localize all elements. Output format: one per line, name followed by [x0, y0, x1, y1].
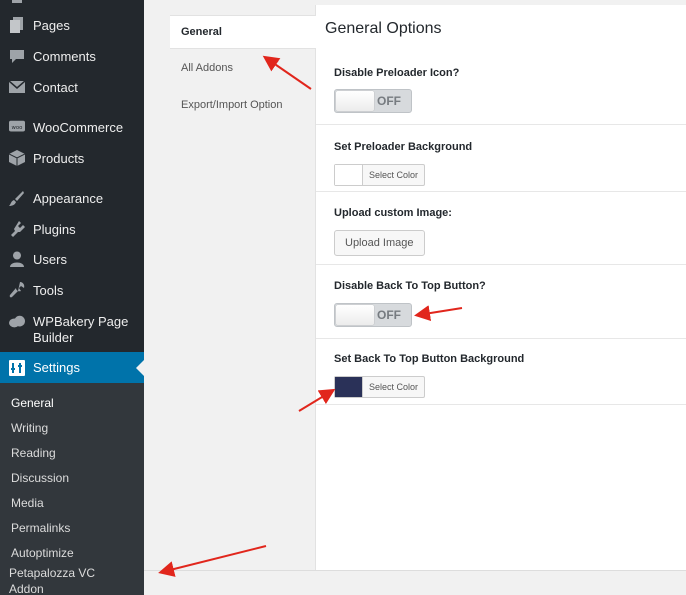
- submenu-autoptimize[interactable]: Autoptimize: [11, 546, 74, 560]
- option-back-to-top-bg: Set Back To Top Button Background Select…: [316, 339, 686, 405]
- toggle-knob: [336, 305, 374, 325]
- submenu-petapalozza[interactable]: Petapalozza VC: [9, 566, 95, 580]
- select-color-label: Select Color: [369, 170, 419, 180]
- sidebar-item-label-line2: Builder: [33, 330, 74, 345]
- sidebar-item-pages[interactable]: Pages: [0, 15, 144, 35]
- tab-all-addons[interactable]: All Addons: [170, 51, 316, 85]
- wpbakery-icon: [9, 314, 25, 330]
- toggle-state: OFF: [377, 308, 401, 322]
- sidebar-item-posts[interactable]: [0, 0, 144, 8]
- back-to-top-toggle[interactable]: OFF: [334, 303, 412, 327]
- svg-text:woo: woo: [12, 125, 23, 131]
- option-custom-image: Upload custom Image: Upload Image: [316, 192, 686, 265]
- toggle-state: OFF: [377, 94, 401, 108]
- sidebar-item-label: Settings: [33, 360, 80, 375]
- sidebar-item-users[interactable]: Users: [0, 249, 144, 269]
- submenu-reading[interactable]: Reading: [11, 446, 56, 460]
- upload-image-button[interactable]: Upload Image: [334, 230, 425, 256]
- color-swatch: [335, 377, 363, 397]
- sidebar-item-label: Contact: [33, 80, 78, 95]
- toggle-knob: [336, 91, 374, 111]
- submenu-permalinks[interactable]: Permalinks: [11, 521, 70, 535]
- back-to-top-color-button[interactable]: Select Color: [334, 376, 426, 398]
- settings-submenu: General Writing Reading Discussion Media…: [0, 383, 144, 595]
- sidebar-item-label: Appearance: [33, 191, 104, 206]
- mail-icon: [9, 79, 25, 95]
- sidebar-item-settings[interactable]: Settings: [0, 352, 144, 383]
- sidebar-item-label: WooCommerce: [33, 120, 124, 135]
- settings-icon: [9, 360, 25, 376]
- wrench-icon: [9, 282, 25, 298]
- posts-icon: [9, 0, 25, 8]
- option-label: Set Preloader Background: [334, 141, 473, 153]
- sidebar-item-tools[interactable]: Tools: [0, 280, 144, 300]
- submenu-writing[interactable]: Writing: [11, 421, 48, 435]
- select-color-label: Select Color: [369, 382, 419, 392]
- sidebar-item-label: Products: [33, 151, 85, 166]
- sidebar-item-label: Tools: [33, 283, 64, 298]
- options-content: General Options Disable Preloader Icon? …: [316, 5, 686, 570]
- option-label: Upload custom Image:: [334, 207, 452, 219]
- submenu-general[interactable]: General: [11, 396, 54, 410]
- footer-bar: [144, 570, 686, 595]
- options-tabs: General All Addons Export/Import Option: [170, 5, 317, 570]
- submenu-petapalozza-line2: Addon: [9, 582, 44, 595]
- option-back-to-top: Disable Back To Top Button? OFF: [316, 265, 686, 339]
- sidebar-item-label: Users: [33, 252, 67, 267]
- sidebar-item-products[interactable]: Products: [0, 148, 144, 168]
- users-icon: [9, 251, 25, 267]
- plugin-icon: [9, 221, 25, 237]
- sidebar-item-label: Plugins: [33, 222, 76, 237]
- submenu-media[interactable]: Media: [11, 496, 44, 510]
- option-label: Set Back To Top Button Background: [334, 353, 525, 365]
- preloader-toggle[interactable]: OFF: [334, 89, 412, 113]
- option-label: Disable Back To Top Button?: [334, 280, 486, 292]
- color-swatch: [335, 165, 363, 185]
- option-preloader-icon: Disable Preloader Icon? OFF: [316, 55, 686, 125]
- sidebar-item-contact[interactable]: Contact: [0, 77, 144, 97]
- comments-icon: [9, 48, 25, 64]
- page-title: General Options: [325, 20, 442, 37]
- sidebar-item-label: WPBakery Page: [33, 314, 129, 329]
- tab-export-import[interactable]: Export/Import Option: [170, 88, 316, 122]
- sidebar-item-label: Comments: [33, 49, 96, 64]
- tab-general[interactable]: General: [170, 15, 317, 49]
- sidebar-item-label: Pages: [33, 18, 70, 33]
- sidebar-item-comments[interactable]: Comments: [0, 46, 144, 66]
- option-preloader-bg: Set Preloader Background Select Color: [316, 125, 686, 192]
- sidebar-item-plugins[interactable]: Plugins: [0, 219, 144, 239]
- preloader-color-button[interactable]: Select Color: [334, 164, 426, 186]
- paintbrush-icon: [9, 190, 25, 206]
- sidebar-item-woocommerce[interactable]: woo WooCommerce: [0, 117, 144, 137]
- products-icon: [9, 150, 25, 166]
- sidebar-item-wpbakery[interactable]: WPBakery Page Builder: [0, 311, 144, 347]
- sidebar-item-appearance[interactable]: Appearance: [0, 188, 144, 208]
- option-label: Disable Preloader Icon?: [334, 67, 460, 79]
- admin-sidebar: Pages Comments Contact woo WooCommerce P…: [0, 0, 144, 595]
- submenu-discussion[interactable]: Discussion: [11, 471, 69, 485]
- woocommerce-icon: woo: [9, 119, 25, 135]
- pages-icon: [9, 17, 25, 33]
